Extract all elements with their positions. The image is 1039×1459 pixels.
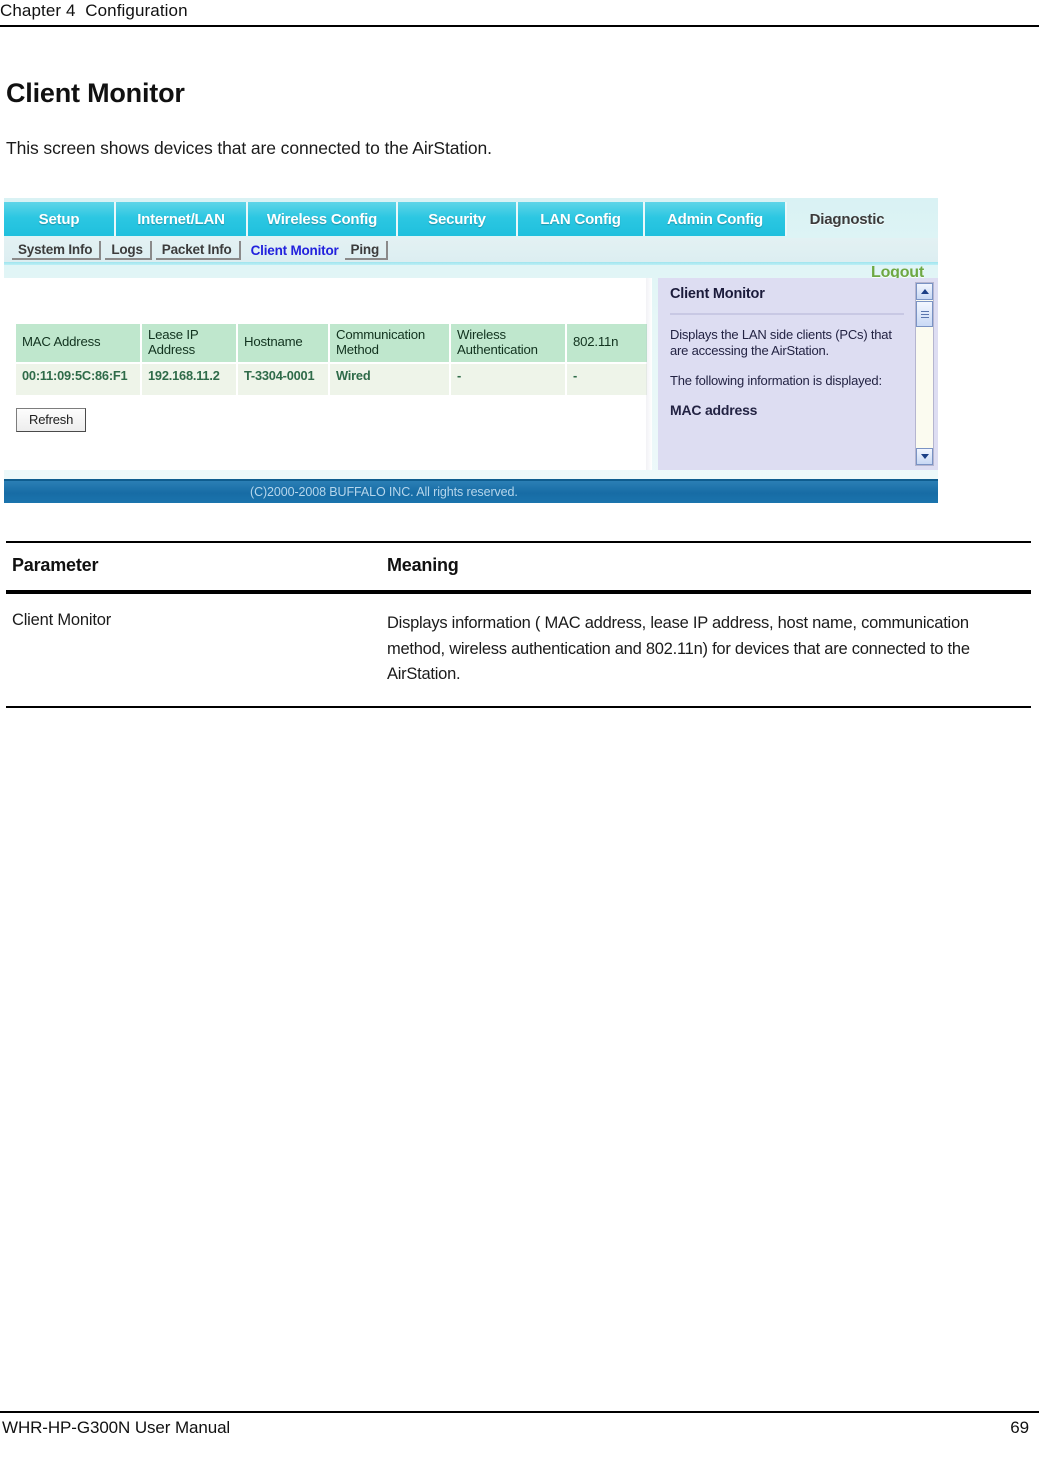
param-table-cell-parameter: Client Monitor [12, 611, 111, 629]
param-table-header-row: Parameter Meaning [6, 543, 1031, 590]
sub-tab-packet-info[interactable]: Packet Info [155, 240, 241, 260]
scroll-up-button[interactable] [916, 283, 933, 300]
router-ui-footer: (C)2000-2008 BUFFALO INC. All rights res… [4, 479, 938, 503]
help-paragraph-1: Displays the LAN side clients (PCs) that… [670, 327, 892, 358]
client-monitor-table: MAC Address Lease IP Address Hostname Co… [14, 322, 649, 398]
nav-tab-internet-lan[interactable]: Internet/LAN [116, 202, 248, 236]
cell-wireless-authentication: - [449, 361, 567, 398]
scroll-down-button[interactable] [916, 448, 933, 465]
help-panel-content: Client Monitor Displays the LAN side cli… [670, 286, 904, 419]
sub-tab-system-info[interactable]: System Info [12, 240, 102, 260]
param-table-header-parameter: Parameter [12, 555, 99, 575]
client-monitor-content-panel: MAC Address Lease IP Address Hostname Co… [4, 278, 652, 470]
running-head: Chapter 4 Configuration [0, 0, 1039, 26]
chevron-up-icon [920, 289, 929, 294]
manual-title: WHR-HP-G300N User Manual [2, 1418, 231, 1437]
page-title: Client Monitor [6, 78, 185, 108]
table-row: 00:11:09:5C:86:F1 192.168.11.2 T-3304-00… [14, 361, 649, 398]
copyright-text: (C)2000-2008 BUFFALO INC. All rights res… [250, 485, 518, 499]
help-panel-scrollbar[interactable] [915, 282, 934, 466]
nav-tab-internet-lan-label: Internet/LAN [137, 210, 225, 228]
footer-rule [0, 1411, 1039, 1413]
sub-tab-client-monitor[interactable]: Client Monitor [245, 242, 341, 259]
header-rule [0, 25, 1039, 27]
param-table-row: Client Monitor Displays information ( MA… [6, 594, 1031, 706]
column-header-wireless-authentication: Wireless Authentication [449, 322, 567, 364]
nav-tab-setup[interactable]: Setup [4, 202, 116, 236]
nav-tab-admin-config[interactable]: Admin Config [645, 202, 787, 236]
column-header-hostname: Hostname [236, 322, 330, 364]
column-header-lease-ip-address: Lease IP Address [140, 322, 238, 364]
help-item-mac-address: MAC address [670, 402, 758, 419]
sub-tab-ping[interactable]: Ping [344, 240, 388, 260]
refresh-button[interactable]: Refresh [16, 408, 87, 432]
chevron-down-icon [920, 454, 929, 459]
nav-tab-setup-label: Setup [38, 210, 80, 228]
grip-icon [920, 310, 929, 318]
column-header-mac-address: MAC Address [14, 322, 142, 364]
cell-hostname: T-3304-0001 [236, 361, 330, 398]
client-table-head: MAC Address Lease IP Address Hostname Co… [14, 322, 649, 364]
help-panel-title: Client Monitor [670, 286, 765, 302]
nav-tab-security[interactable]: Security [398, 202, 518, 236]
scrollbar-thumb[interactable] [916, 301, 933, 327]
sub-nav: System Info Logs Packet Info Client Moni… [4, 238, 938, 262]
cell-802-11n: - [565, 361, 649, 398]
router-ui-screenshot: Setup Internet/LAN Wireless Config Secur… [4, 198, 938, 503]
page-footer: WHR-HP-G300N User Manual 69 [0, 1418, 1039, 1448]
sub-tab-logs[interactable]: Logs [105, 240, 152, 260]
cell-mac-address: 00:11:09:5C:86:F1 [14, 361, 142, 398]
nav-tab-diagnostic[interactable]: Diagnostic [787, 202, 907, 236]
param-table-cell-meaning: Displays information ( MAC address, leas… [387, 614, 970, 684]
nav-tab-wireless-config[interactable]: Wireless Config [248, 202, 398, 236]
nav-tab-wireless-config-label: Wireless Config [266, 210, 378, 228]
nav-tab-admin-config-label: Admin Config [667, 210, 763, 228]
help-panel: Client Monitor Displays the LAN side cli… [658, 278, 938, 470]
parameter-meaning-table: Parameter Meaning Client Monitor Display… [6, 541, 1031, 708]
nav-tab-security-label: Security [428, 210, 486, 228]
nav-tab-lan-config[interactable]: LAN Config [518, 202, 645, 236]
column-header-802-11n: 802.11n [565, 322, 649, 364]
sub-nav-divider [4, 262, 938, 265]
param-table-bottom-rule [6, 705, 1031, 708]
cell-lease-ip-address: 192.168.11.2 [140, 361, 238, 398]
client-table-body: 00:11:09:5C:86:F1 192.168.11.2 T-3304-00… [14, 361, 649, 398]
help-panel-divider [670, 313, 904, 316]
column-header-communication-method: Communication Method [328, 322, 451, 364]
main-nav: Setup Internet/LAN Wireless Config Secur… [4, 202, 938, 236]
nav-tab-diagnostic-label: Diagnostic [809, 210, 885, 228]
running-head-text: Chapter 4 Configuration [0, 1, 188, 20]
page-number: 69 [1010, 1418, 1029, 1437]
cell-communication-method: Wired [328, 361, 451, 398]
router-ui-background: Setup Internet/LAN Wireless Config Secur… [4, 198, 938, 503]
param-table-header-meaning: Meaning [387, 555, 459, 575]
help-paragraph-2: The following information is displayed: [670, 372, 882, 388]
client-table-header-row: MAC Address Lease IP Address Hostname Co… [14, 322, 649, 364]
intro-paragraph: This screen shows devices that are conne… [6, 138, 492, 158]
nav-tab-lan-config-label: LAN Config [540, 210, 621, 228]
